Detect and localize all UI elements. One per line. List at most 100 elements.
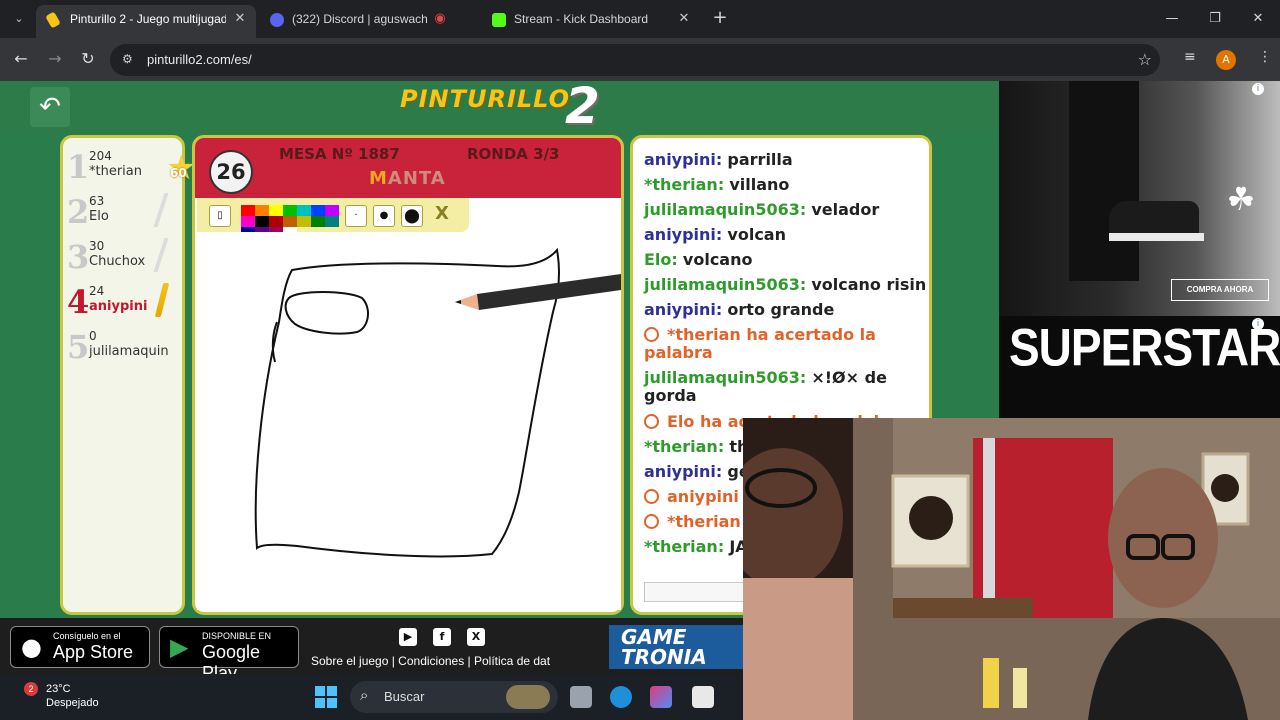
chat-text: volcan [727,225,786,244]
edge-icon[interactable] [610,686,632,708]
ad-info-icon[interactable]: i [1252,83,1264,95]
close-window-icon[interactable]: ✕ [1246,8,1270,30]
color-swatch[interactable] [269,216,283,227]
bookmark-star-icon[interactable]: ☆ [1138,50,1152,69]
pencil-icon [154,283,170,317]
webcam-overlay [743,418,1280,720]
x-icon[interactable]: X [467,628,485,646]
pencil-slot-icon [153,238,169,272]
store-icon[interactable] [692,686,714,708]
ad-leg-shape [1069,81,1139,281]
apple-icon: ● [21,633,42,661]
advertisement[interactable]: ☘ COMPRA AHORA i SUPERSTAR i [999,81,1280,418]
app-store-small-text: Consíguelo en el [53,631,121,641]
footer-links[interactable]: Sobre el juego | Condiciones | Política … [311,654,550,668]
reading-list-icon[interactable]: ≡ [1184,49,1196,65]
chat-message: julilamaquin5063: volcano risin [644,272,928,297]
chat-message: *therian: villano [644,172,928,197]
weather-widget[interactable]: 2 23°C Despejado [24,682,99,710]
color-swatch[interactable] [311,205,325,216]
color-swatch[interactable] [283,216,297,227]
taskbar-search[interactable]: ⌕ Buscar [350,681,558,713]
color-swatch[interactable] [283,205,297,216]
ad-info-icon[interactable]: i [1252,318,1264,330]
back-arrow-icon[interactable]: ← [10,48,32,70]
player-row: 2 63 Elo [63,189,181,233]
chat-user: aniypini: [644,225,723,244]
drawing-canvas[interactable] [197,232,621,610]
player-score: 63 [89,194,105,208]
weather-condition: Despejado [46,697,99,709]
profile-avatar[interactable]: A [1216,50,1236,70]
new-page-icon[interactable]: ▯ [209,205,231,227]
recording-indicator-icon: ◉ [434,11,446,26]
color-swatch[interactable] [269,205,283,216]
maximize-icon[interactable]: ❐ [1203,8,1227,30]
player-row: 5 0 julilamaquin [63,324,181,368]
color-swatch[interactable] [241,205,255,216]
windows-start-icon[interactable] [315,686,337,708]
partner-line-2: TRONIA [621,645,707,669]
bonus-points: 60 [170,166,187,180]
chat-text: velador [811,200,880,219]
address-bar[interactable]: ⚙ pinturillo2.com/es/ ☆ [110,44,1160,76]
brush-medium-icon[interactable]: ● [373,205,395,227]
player-name: Chuchox [89,254,146,269]
chat-user: julilamaquin5063: [644,275,807,294]
ad-shoe-sole-shape [1109,233,1204,241]
player-name: aniypini [89,299,148,314]
system-text: *therian ha acertado la palabra [644,325,876,362]
app-store-button[interactable]: ● Consíguelo en el App Store [10,626,150,668]
tab-search-menu-icon[interactable]: ⌄ [8,8,30,30]
forward-arrow-icon[interactable]: → [44,48,66,70]
browser-tab-bar: ⌄ Pinturillo 2 - Juego multijugado ✕ (32… [0,0,1280,38]
gametronia-banner[interactable]: GAME TRONIA [609,625,749,669]
round-timer: 26 [209,150,253,194]
color-swatch[interactable] [297,205,311,216]
close-tab-icon[interactable]: ✕ [232,11,248,27]
chat-text: villano [729,175,790,194]
google-play-button[interactable]: ▶ DISPONIBLE EN Google Play [159,626,299,674]
brush-small-icon[interactable]: · [345,205,367,227]
exit-game-button[interactable]: ↶ [30,87,70,127]
minimize-icon[interactable]: — [1160,8,1184,30]
new-tab-button[interactable]: + [709,8,731,30]
discord-favicon-icon [270,13,284,27]
brush-large-icon[interactable]: ⬤ [401,205,423,227]
color-swatch[interactable] [255,216,269,227]
notification-badge: 2 [24,682,38,696]
color-palette[interactable] [241,205,339,238]
color-swatch[interactable] [297,216,311,227]
browser-menu-icon[interactable]: ⋮ [1258,49,1272,65]
color-swatch[interactable] [255,205,269,216]
color-swatch[interactable] [311,216,325,227]
site-info-icon[interactable]: ⚙ [122,52,136,66]
color-swatch[interactable] [325,205,339,216]
ad-cta-button[interactable]: COMPRA AHORA [1171,279,1269,301]
reload-icon[interactable]: ↻ [77,48,99,70]
player-row-drawing: 4 24 aniypini [63,279,181,323]
tab-kick[interactable]: Stream - Kick Dashboard ✕ [480,5,700,38]
guessed-icon [644,514,659,529]
color-swatch[interactable] [325,216,339,227]
chat-message: julilamaquin5063: ×!Ø× de gorda [644,365,928,409]
tab-pinturillo[interactable]: Pinturillo 2 - Juego multijugado ✕ [36,5,256,38]
system-message: *therian ha acertado la palabra [644,322,928,365]
system-text: aniypini [667,487,739,506]
player-rank: 3 [67,238,90,276]
tab-discord[interactable]: (322) Discord | aguswachow ◉ [258,5,478,38]
youtube-icon[interactable]: ▶ [399,628,417,646]
pencil-slot-icon [153,193,169,227]
facebook-icon[interactable]: f [433,628,451,646]
color-swatch[interactable] [241,216,255,227]
chat-text: parrilla [727,150,793,169]
clear-canvas-button[interactable]: X [435,203,449,224]
microsoft-365-icon[interactable] [650,686,672,708]
task-view-icon[interactable] [570,686,592,708]
player-rank: 2 [67,193,90,231]
chat-user: Elo: [644,250,678,269]
chat-text: volcano [682,250,753,269]
guessed-icon [644,414,659,429]
close-tab-icon[interactable]: ✕ [676,11,692,27]
pencil-turn-icon [644,489,659,504]
